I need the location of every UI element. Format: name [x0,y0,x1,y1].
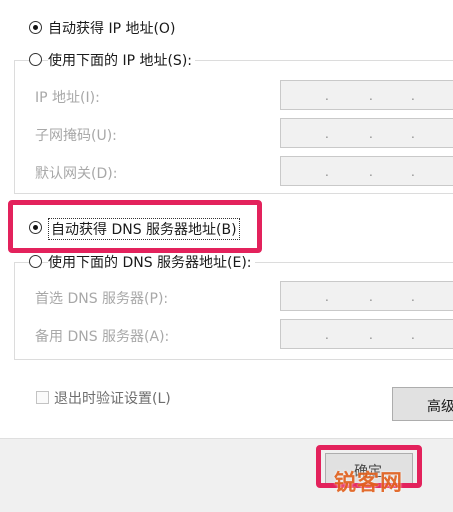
ip-dot: . [325,165,329,179]
highlight-box-auto-dns [8,200,262,253]
default-gateway-label: 默认网关(D): [35,166,118,182]
ip-dot: . [369,165,373,179]
ip-address-field[interactable]: . . . [280,80,453,110]
manual-dns-label[interactable]: 使用下面的 DNS 服务器地址(E): [48,252,255,272]
ip-dot: . [369,89,373,103]
ip-dot: . [369,290,373,304]
ip-dot: . [325,290,329,304]
default-gateway-field[interactable]: . . . [280,156,453,186]
alternate-dns-label: 备用 DNS 服务器(A): [35,329,170,345]
validate-on-exit-label[interactable]: 退出时验证设置(L) [54,388,171,408]
manual-dns-radio[interactable] [29,255,42,268]
advanced-button-label: 高级 [427,399,453,415]
ip-dot: . [369,127,373,141]
validate-on-exit-checkbox[interactable] [36,391,49,404]
auto-ip-label[interactable]: 自动获得 IP 地址(O) [48,18,175,38]
ip-address-label: IP 地址(I): [35,90,100,106]
preferred-dns-label: 首选 DNS 服务器(P): [35,291,169,307]
subnet-mask-label: 子网掩码(U): [35,128,117,144]
manual-ip-radio[interactable] [29,53,42,66]
ip-dot: . [411,89,415,103]
ip-dot: . [325,328,329,342]
preferred-dns-field[interactable]: . . . [280,281,453,311]
ip-dot: . [411,328,415,342]
ip-dot: . [411,290,415,304]
auto-ip-radio[interactable] [29,21,42,34]
manual-ip-label[interactable]: 使用下面的 IP 地址(S): [48,50,195,70]
ip-dot: . [411,165,415,179]
ip-dot: . [325,127,329,141]
subnet-mask-field[interactable]: . . . [280,118,453,148]
ip-dot: . [325,89,329,103]
ip-dot: . [411,127,415,141]
watermark-text: 锐客网 [334,471,404,496]
alternate-dns-field[interactable]: . . . [280,319,453,349]
advanced-button[interactable]: 高级 [392,387,453,421]
ip-dot: . [369,328,373,342]
